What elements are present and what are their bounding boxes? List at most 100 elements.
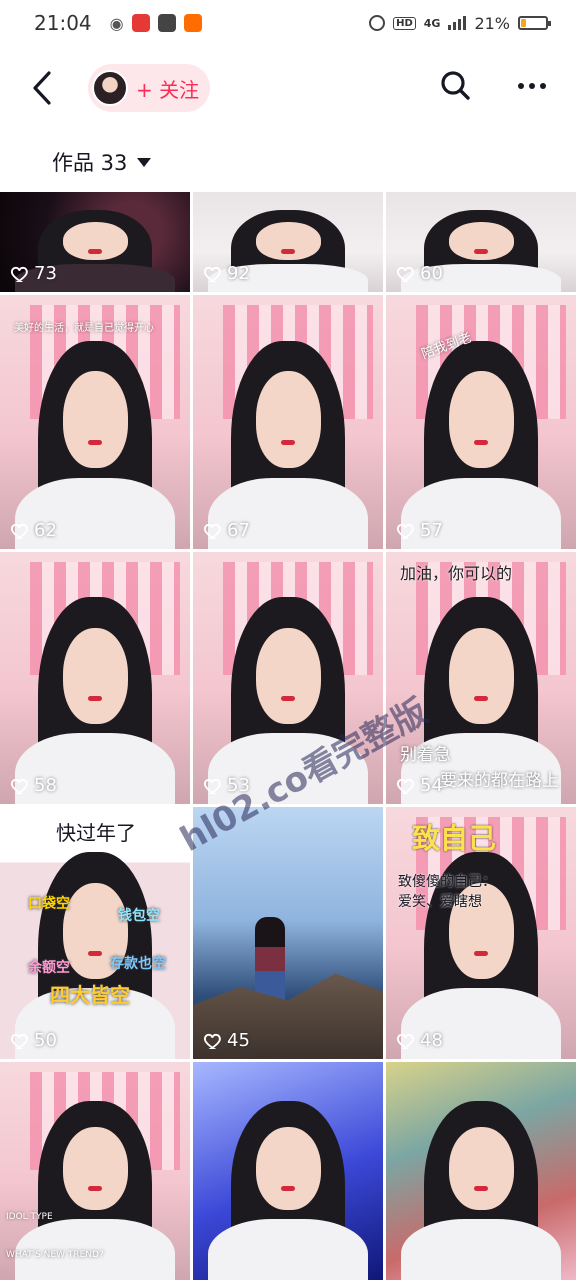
video-caption: 美好的生活，就是自己觉得开心 — [14, 323, 154, 334]
heart-icon — [10, 1033, 28, 1049]
like-count: 50 — [10, 1030, 57, 1051]
more-options-button[interactable] — [510, 66, 554, 106]
video-thumbnail[interactable] — [386, 1062, 576, 1280]
like-number: 67 — [227, 520, 250, 541]
wechat-icon: ◉ — [109, 13, 124, 33]
video-thumbnail[interactable]: 92 — [193, 192, 383, 292]
heart-icon — [203, 266, 221, 282]
search-button[interactable] — [436, 66, 476, 106]
avatar[interactable] — [92, 70, 128, 106]
like-count: 48 — [396, 1030, 443, 1051]
like-count: 92 — [203, 263, 250, 284]
search-icon — [441, 71, 470, 100]
video-thumbnail[interactable]: IDOL TYPE WHAT'S NEW TREND? — [0, 1062, 190, 1280]
like-number: 58 — [34, 775, 57, 796]
person-face — [256, 222, 321, 260]
like-number: 48 — [420, 1030, 443, 1051]
person-lips — [281, 440, 295, 445]
person-face — [256, 628, 321, 724]
video-caption-top: 加油，你可以的 — [400, 564, 513, 583]
video-thumbnail[interactable]: 美好的生活，就是自己觉得开心 62 — [0, 295, 190, 549]
video-thumbnail[interactable]: 73 — [0, 192, 190, 292]
person-face — [63, 1127, 128, 1210]
back-button[interactable] — [22, 68, 62, 108]
like-number: 50 — [34, 1030, 57, 1051]
app-icon-orange — [183, 14, 202, 32]
like-count: 73 — [10, 263, 57, 284]
follow-button[interactable]: + 关注 — [88, 64, 210, 112]
like-number: 73 — [34, 263, 57, 284]
video-thumbnail[interactable]: 加油，你可以的 别着急要来的都在路上 54 — [386, 552, 576, 804]
person-lips — [281, 249, 295, 254]
like-number: 62 — [34, 520, 57, 541]
heart-icon — [10, 778, 28, 794]
person-lips — [474, 696, 488, 701]
person-face — [449, 1127, 514, 1210]
caret-down-icon — [137, 157, 152, 167]
works-label: 作品 33 — [52, 151, 128, 175]
works-tab[interactable]: 作品 33 — [52, 146, 152, 178]
like-number: 92 — [227, 263, 250, 284]
heart-icon — [396, 523, 414, 539]
network-label: 4G — [423, 16, 441, 30]
person-body — [401, 1219, 561, 1280]
person-body — [208, 1219, 368, 1280]
status-bar: 21:04 ◉ HD 4G 21% — [0, 0, 576, 46]
like-number: 45 — [227, 1030, 250, 1051]
video-thumbnail[interactable]: 60 — [386, 192, 576, 292]
person-lips — [281, 696, 295, 701]
heart-icon — [396, 778, 414, 794]
top-nav: + 关注 — [0, 52, 576, 124]
person-lips — [474, 249, 488, 254]
alarm-icon — [369, 15, 386, 31]
back-arrow-icon — [33, 71, 51, 105]
more-dot-icon — [529, 83, 535, 89]
video-caption-bottom: 要来的都在路上 — [440, 771, 559, 791]
person-face — [63, 628, 128, 724]
video-caption-2: WHAT'S NEW TREND? — [6, 1250, 104, 1260]
video-thumbnail[interactable]: 快过年了 口袋空 钱包空 余额空 存款也空 四大皆空 50 — [0, 807, 190, 1059]
like-number: 60 — [420, 263, 443, 284]
person-face — [449, 222, 514, 260]
person-lips — [88, 440, 102, 445]
battery-fill — [521, 19, 527, 27]
video-caption-sub: 致傻傻的自己： — [398, 874, 496, 890]
battery-icon — [518, 16, 551, 30]
heart-icon — [396, 1033, 414, 1049]
hd-badge: HD — [393, 16, 416, 30]
person-lips — [281, 1186, 295, 1191]
video-thumbnail[interactable] — [193, 1062, 383, 1280]
heart-icon — [10, 266, 28, 282]
video-thumbnail[interactable]: 58 — [0, 552, 190, 804]
person-face — [449, 371, 514, 468]
like-count: 54 — [396, 775, 443, 796]
heart-icon — [396, 266, 414, 282]
sticker-tag: 存款也空 — [110, 956, 166, 972]
sticker-tag: 钱包空 — [118, 908, 160, 924]
video-caption-mid: 别着急 — [400, 745, 451, 765]
follow-label: + 关注 — [136, 77, 200, 102]
person-lips — [88, 696, 102, 701]
battery-percent: 21% — [474, 13, 510, 33]
like-count: 62 — [10, 520, 57, 541]
video-thumbnail[interactable]: 67 — [193, 295, 383, 549]
heart-icon — [10, 523, 28, 539]
heart-icon — [203, 523, 221, 539]
like-count: 58 — [10, 775, 57, 796]
video-thumbnail[interactable]: 致自己 致傻傻的自己： 爱笑、爱瞎想 48 — [386, 807, 576, 1059]
like-count: 45 — [203, 1030, 250, 1051]
like-count: 57 — [396, 520, 443, 541]
video-thumbnail[interactable]: 陪我到老 57 — [386, 295, 576, 549]
person-lips — [474, 1186, 488, 1191]
person-lips — [88, 1186, 102, 1191]
person-face — [256, 1127, 321, 1210]
person-face — [63, 371, 128, 468]
person-lips — [88, 951, 102, 956]
like-count: 67 — [203, 520, 250, 541]
sticker-tag: 四大皆空 — [50, 983, 130, 1007]
like-number: 54 — [420, 775, 443, 796]
more-dot-icon — [518, 83, 524, 89]
heart-icon — [203, 1033, 221, 1049]
sticker-tag: 余额空 — [28, 960, 70, 976]
status-time: 21:04 — [34, 11, 92, 35]
